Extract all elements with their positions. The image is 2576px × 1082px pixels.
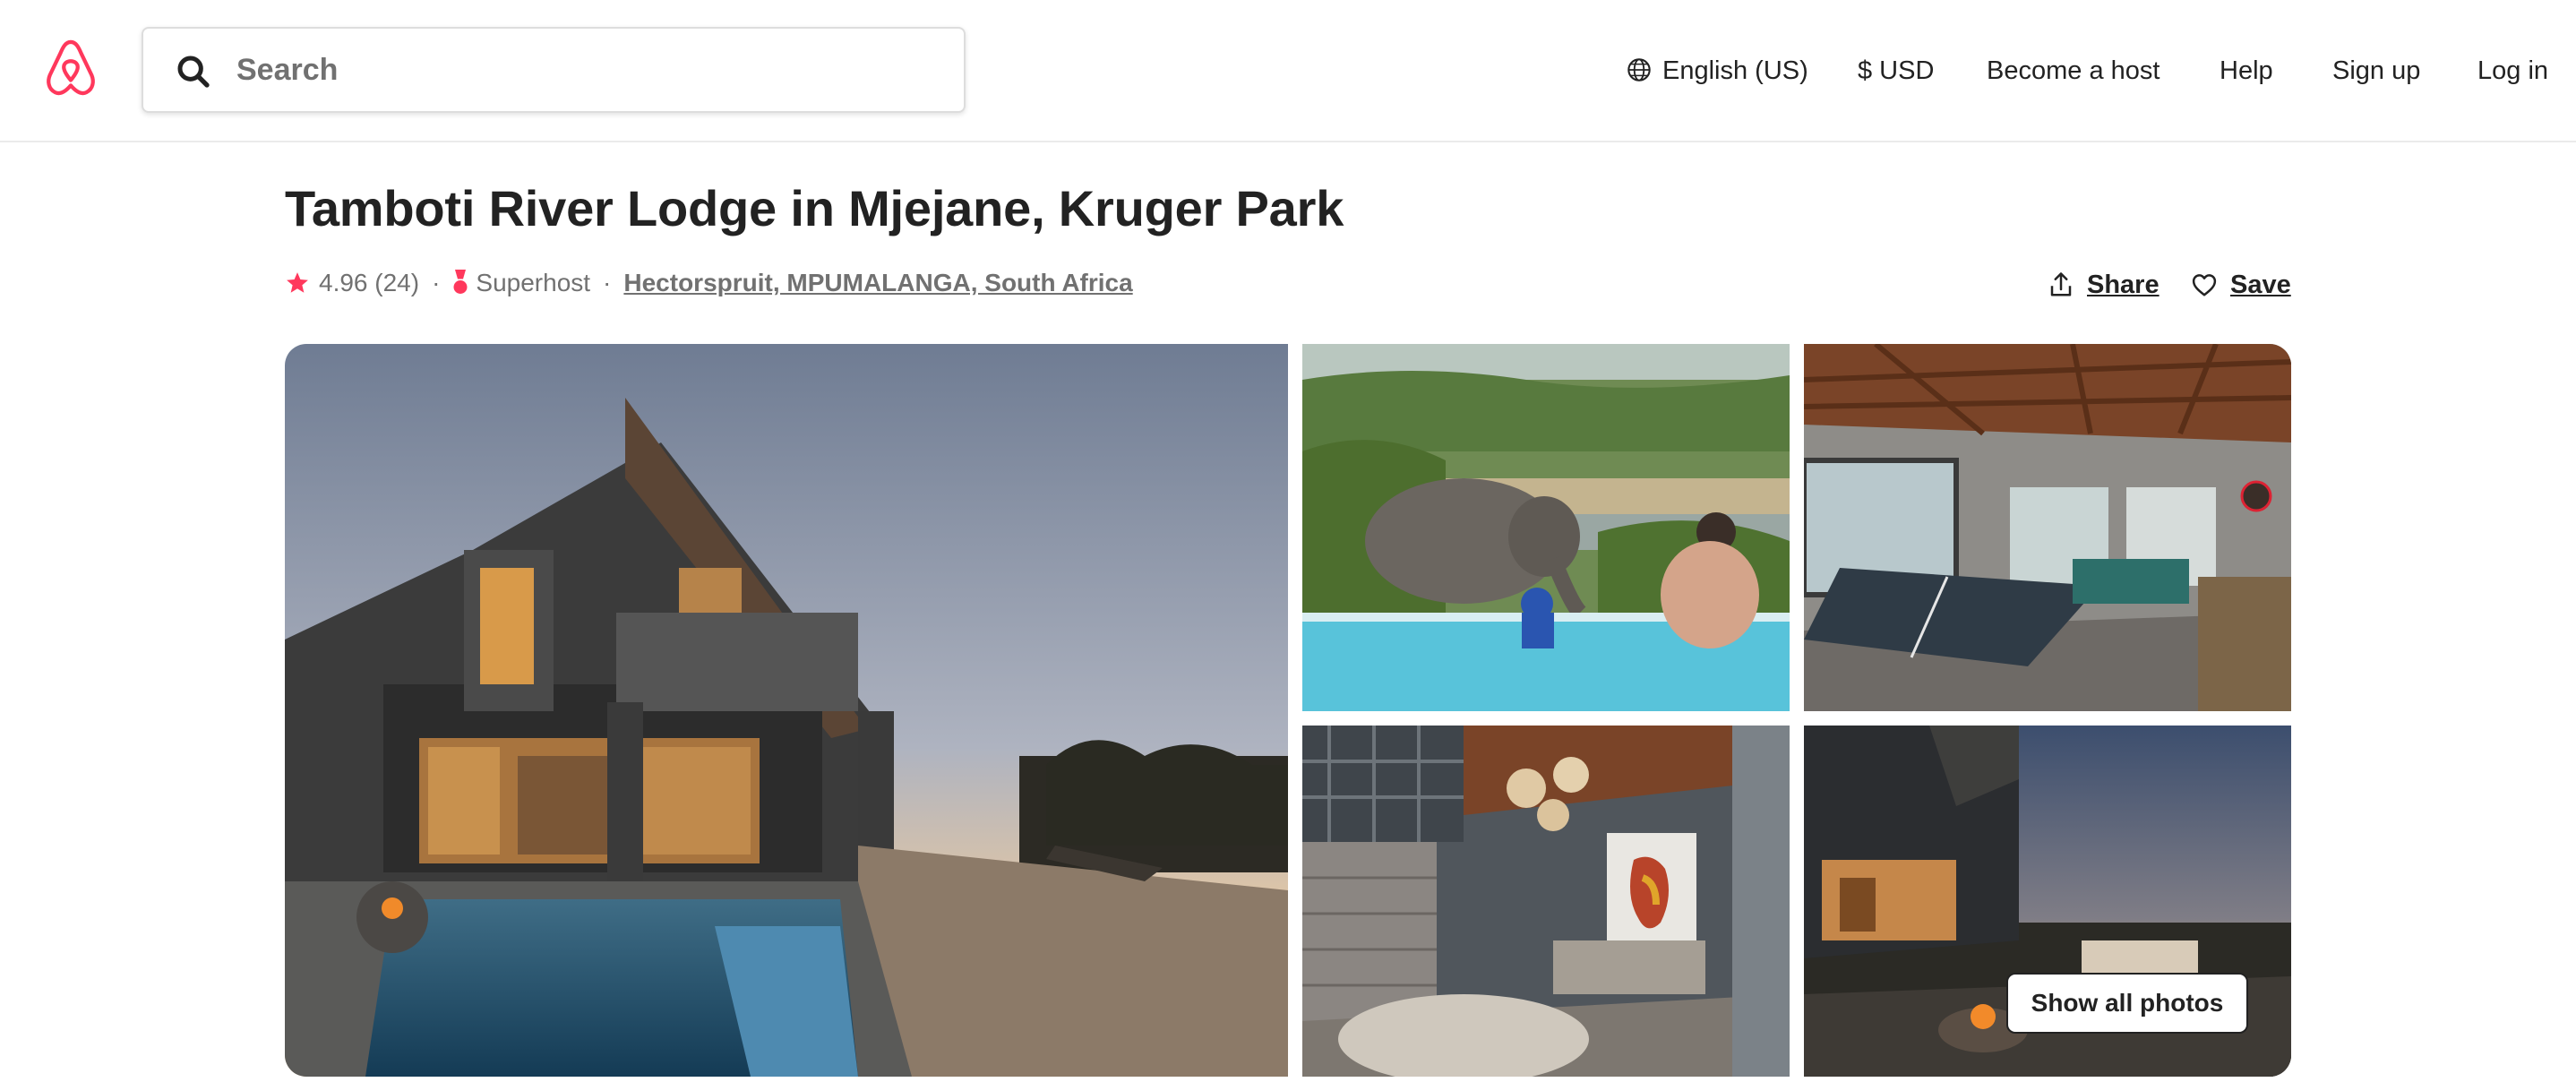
separator: · — [432, 269, 441, 296]
globe-icon — [1627, 58, 1651, 82]
star-icon — [287, 272, 308, 293]
share-button[interactable]: Share — [2048, 265, 2160, 305]
photo-main[interactable] — [285, 344, 1288, 1077]
language-selector[interactable]: English (US) — [1627, 0, 1808, 142]
save-button[interactable]: Save — [2191, 265, 2291, 305]
search-bar[interactable]: Search — [142, 27, 966, 113]
top-header: Search English (US) $ USD Become a host … — [0, 0, 2576, 142]
share-icon — [2050, 272, 2072, 296]
show-all-photos-button[interactable]: Show all photos — [2006, 973, 2248, 1034]
heart-icon — [2192, 274, 2217, 296]
language-label: English (US) — [1662, 56, 1808, 85]
superhost-badge: Superhost — [476, 269, 591, 296]
listing-meta: 4.96 (24) · Superhost · Hectorspruit, MP… — [285, 265, 1133, 301]
superhost-medal-icon — [453, 270, 468, 294]
photo-gallery — [285, 344, 2291, 1077]
separator: · — [603, 269, 612, 296]
photo-elephant-pool[interactable] — [1302, 344, 1790, 711]
rating-value: 4.96 — [319, 269, 368, 296]
photo-lounge[interactable] — [1302, 726, 1790, 1077]
review-count[interactable]: (24) — [374, 265, 419, 301]
photo-games-room[interactable] — [1804, 344, 2291, 711]
location-link[interactable]: Hectorspruit, MPUMALANGA, South Africa — [623, 265, 1132, 301]
sign-up-link[interactable]: Sign up — [2332, 0, 2420, 142]
help-link[interactable]: Help — [2220, 0, 2273, 142]
search-icon — [177, 56, 210, 88]
become-host-link[interactable]: Become a host — [1987, 0, 2160, 142]
search-placeholder[interactable]: Search — [236, 29, 338, 111]
currency-selector[interactable]: $ USD — [1858, 0, 1934, 142]
log-in-link[interactable]: Log in — [2477, 0, 2548, 142]
save-label: Save — [2230, 270, 2291, 299]
listing-title: Tamboti River Lodge in Mjejane, Kruger P… — [285, 180, 1344, 236]
airbnb-logo-icon[interactable] — [43, 38, 99, 99]
share-label: Share — [2087, 270, 2160, 299]
